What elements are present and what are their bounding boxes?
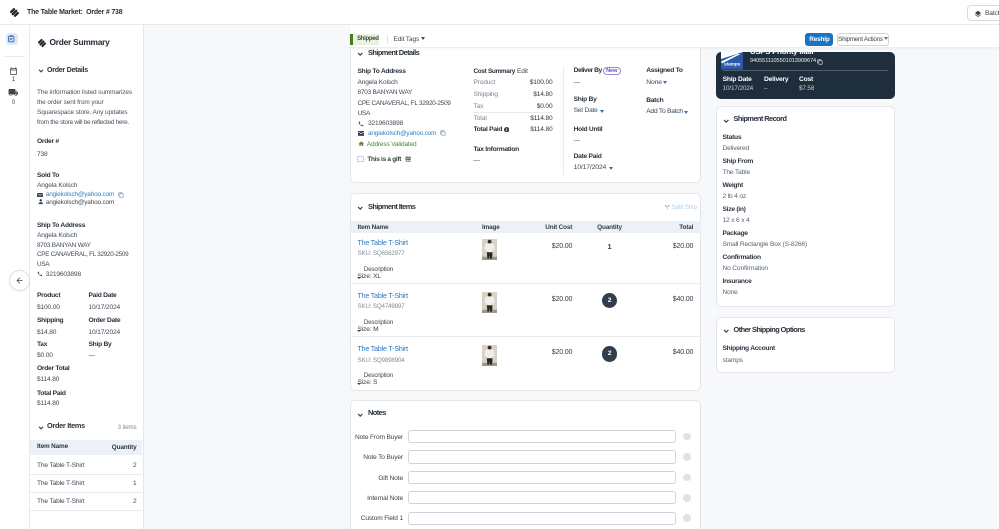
svg-text:stamps: stamps bbox=[724, 62, 741, 68]
